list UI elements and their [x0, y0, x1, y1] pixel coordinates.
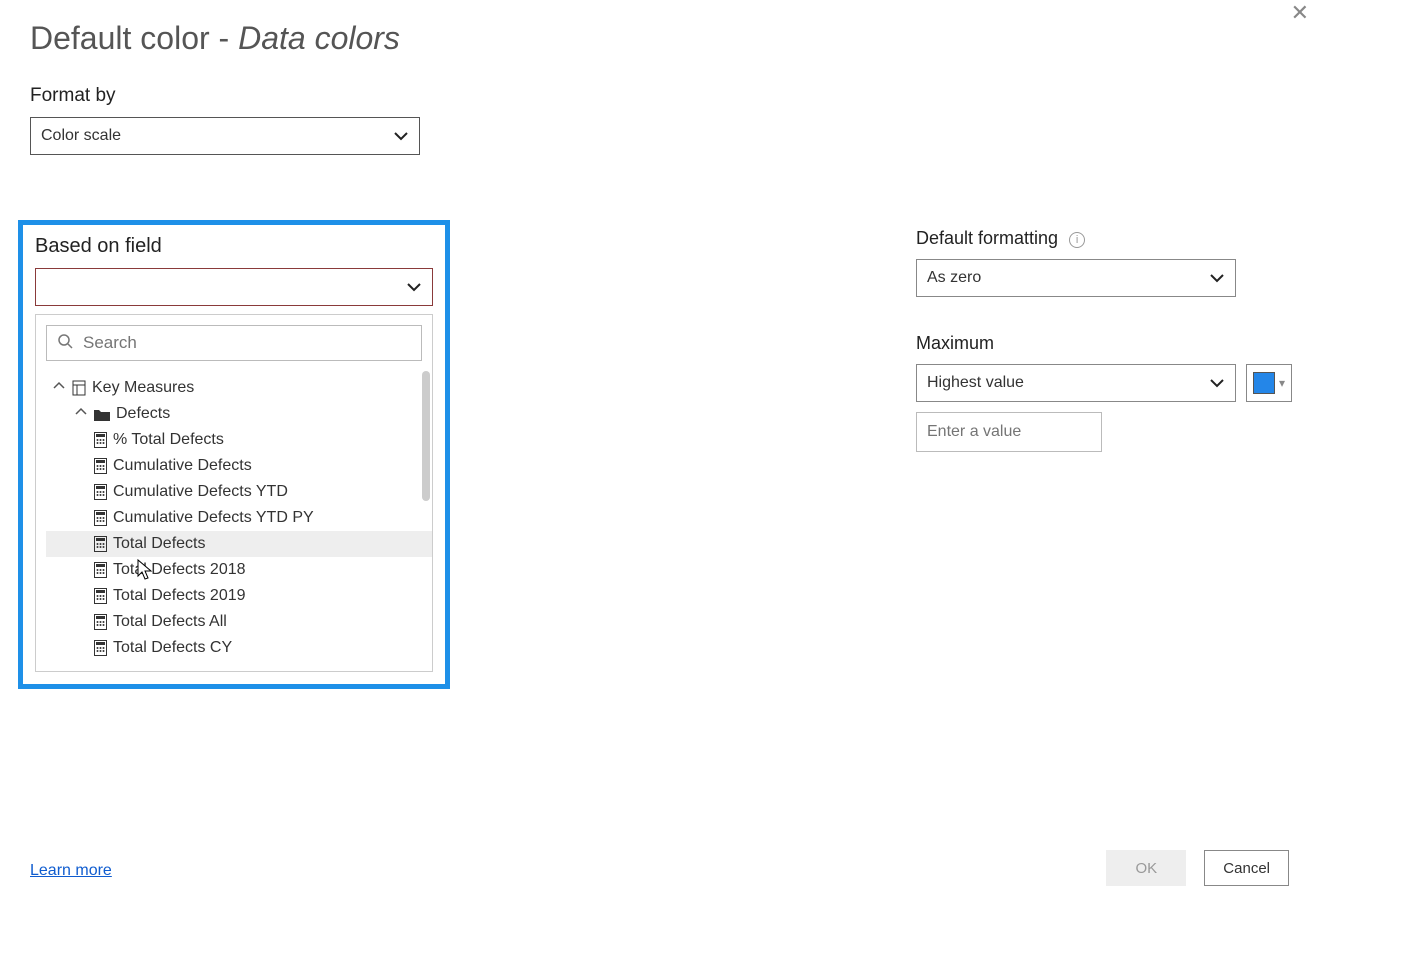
tree-item-label: Cumulative Defects YTD PY [113, 509, 314, 527]
calculator-icon [94, 432, 107, 448]
tree-item-label: % Total Defects [113, 431, 224, 449]
field-dropdown: Key Measures Defects % Total Defects Cumu… [35, 314, 433, 672]
right-column: Default formatting i As zero Maximum Hig… [916, 228, 1316, 452]
format-by-label: Format by [30, 85, 420, 107]
chevron-up-icon [52, 379, 66, 397]
field-tree: Key Measures Defects % Total Defects Cumu… [36, 371, 432, 671]
tree-item[interactable]: Total Defects 2019 [46, 583, 432, 609]
maximum-label: Maximum [916, 333, 1316, 354]
chevron-down-icon [1209, 375, 1225, 391]
table-icon [72, 380, 86, 396]
chevron-down-icon [406, 279, 422, 295]
tree-item-label: Total Defects All [113, 613, 227, 631]
tree-item[interactable]: Cumulative Defects YTD [46, 479, 432, 505]
tree-item[interactable]: Total Defects CY [46, 635, 432, 661]
tree-folder-label: Defects [116, 405, 170, 423]
default-formatting-value: As zero [927, 269, 981, 287]
tree-item-label: Total Defects 2018 [113, 561, 246, 579]
based-on-field-label: Based on field [35, 235, 433, 258]
default-formatting-select[interactable]: As zero [916, 259, 1236, 297]
default-formatting-label: Default formatting i [916, 228, 1316, 249]
tree-group-key-measures[interactable]: Key Measures [46, 375, 432, 401]
format-by-select[interactable]: Color scale [30, 117, 420, 155]
tree-folder-defects[interactable]: Defects [46, 401, 432, 427]
gradient-preview-bar [420, 557, 1409, 585]
calculator-icon [94, 588, 107, 604]
calculator-icon [94, 614, 107, 630]
dialog-title-main: Default color [30, 20, 210, 56]
folder-icon [94, 408, 110, 421]
format-by-section: Format by Color scale [30, 85, 420, 155]
field-search[interactable] [46, 325, 422, 361]
dialog-footer: OK Cancel [1106, 850, 1289, 886]
tree-item[interactable]: % Total Defects [46, 427, 432, 453]
format-by-value: Color scale [41, 127, 121, 145]
chevron-down-icon [1209, 270, 1225, 286]
tree-item-label: Total Defects CY [113, 639, 232, 657]
search-icon [57, 333, 73, 354]
tree-item[interactable]: Total Defects [46, 531, 432, 557]
maximum-value: Highest value [927, 374, 1024, 392]
based-on-field-panel: Based on field [18, 220, 450, 689]
scrollbar[interactable] [422, 371, 430, 501]
maximum-select[interactable]: Highest value [916, 364, 1236, 402]
dialog-default-color: Default color - Data colors Format by Co… [30, 20, 1380, 175]
tree-item-label: Cumulative Defects [113, 457, 252, 475]
cancel-button[interactable]: Cancel [1204, 850, 1289, 886]
chevron-down-icon [393, 128, 409, 144]
maximum-row: Highest value ▾ [916, 364, 1316, 402]
dialog-title-sep: - [210, 20, 238, 56]
chevron-down-icon: ▾ [1279, 376, 1285, 390]
chevron-up-icon [74, 405, 88, 423]
calculator-icon [94, 458, 107, 474]
tree-item[interactable]: Cumulative Defects [46, 453, 432, 479]
based-on-field-select[interactable] [35, 268, 433, 306]
maximum-value-input[interactable] [916, 412, 1102, 452]
tree-item-label: Total Defects 2019 [113, 587, 246, 605]
ok-button[interactable]: OK [1106, 850, 1186, 886]
tree-item[interactable]: Cumulative Defects YTD PY [46, 505, 432, 531]
calculator-icon [94, 536, 107, 552]
dialog-title-italic: Data colors [238, 20, 400, 56]
info-icon[interactable]: i [1069, 232, 1085, 248]
default-formatting-label-text: Default formatting [916, 228, 1058, 248]
learn-more-link[interactable]: Learn more [30, 862, 112, 880]
tree-item-label: Total Defects [113, 535, 205, 553]
field-search-input[interactable] [81, 332, 411, 354]
tree-group-label: Key Measures [92, 379, 194, 397]
tree-item[interactable]: Total Defects All [46, 609, 432, 635]
color-swatch [1253, 372, 1275, 394]
maximum-color-picker[interactable]: ▾ [1246, 364, 1292, 402]
tree-item-label: Cumulative Defects YTD [113, 483, 288, 501]
dialog-title: Default color - Data colors [30, 20, 1380, 57]
calculator-icon [94, 484, 107, 500]
tree-item[interactable]: Total Defects 2018 [46, 557, 432, 583]
calculator-icon [94, 640, 107, 656]
calculator-icon [94, 510, 107, 526]
calculator-icon [94, 562, 107, 578]
